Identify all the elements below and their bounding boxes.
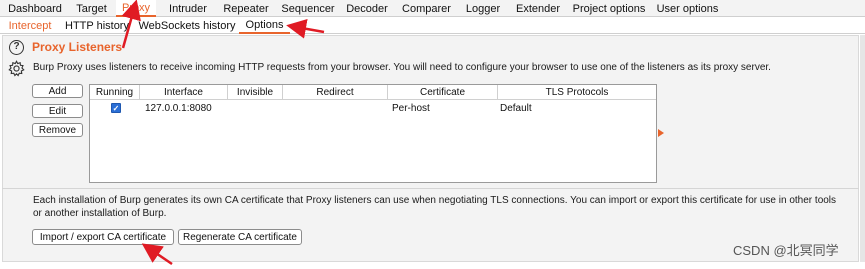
column-header-redirect[interactable]: Redirect: [283, 85, 388, 100]
tab-proxy[interactable]: Proxy: [116, 0, 156, 17]
tab-project-options[interactable]: Project options: [571, 0, 647, 17]
help-icon[interactable]: ?: [9, 40, 24, 55]
cell-certificate: Per-host: [392, 102, 430, 114]
import-export-ca-button[interactable]: Import / export CA certificate: [32, 229, 174, 245]
tab-comparer[interactable]: Comparer: [398, 0, 455, 17]
proxy-listeners-title: Proxy Listeners: [32, 40, 123, 54]
column-header-invisible[interactable]: Invisible: [228, 85, 283, 100]
tab-websockets-history[interactable]: WebSockets history: [139, 17, 236, 34]
tab-target[interactable]: Target: [70, 0, 113, 17]
tab-intruder[interactable]: Intruder: [160, 0, 216, 17]
tab-sequencer[interactable]: Sequencer: [278, 0, 338, 17]
scrollbar-track[interactable]: [860, 35, 865, 262]
column-header-running[interactable]: Running: [90, 85, 140, 100]
cell-interface: 127.0.0.1:8080: [145, 102, 212, 114]
main-tab-bar: Dashboard Target Proxy Intruder Repeater…: [0, 0, 865, 17]
ca-certificate-description: Each installation of Burp generates its …: [33, 195, 837, 219]
column-header-tls-protocols[interactable]: TLS Protocols: [498, 85, 656, 100]
tab-decoder[interactable]: Decoder: [341, 0, 393, 17]
proxy-sub-tab-bar: Intercept HTTP history WebSockets histor…: [0, 17, 865, 34]
tab-intercept[interactable]: Intercept: [6, 17, 54, 34]
expand-arrow-icon[interactable]: [658, 129, 664, 137]
regenerate-ca-button[interactable]: Regenerate CA certificate: [178, 229, 302, 245]
column-header-interface[interactable]: Interface: [140, 85, 228, 100]
tab-logger[interactable]: Logger: [460, 0, 506, 17]
section-divider: [2, 188, 859, 189]
tab-http-history[interactable]: HTTP history: [64, 17, 130, 34]
add-listener-button[interactable]: Add: [32, 84, 83, 98]
cell-tls-protocols: Default: [500, 102, 532, 114]
tab-extender[interactable]: Extender: [510, 0, 566, 17]
column-header-certificate[interactable]: Certificate: [388, 85, 498, 100]
tab-user-options[interactable]: User options: [654, 0, 721, 17]
listeners-table: Running Interface Invisible Redirect Cer…: [89, 84, 657, 183]
tab-repeater[interactable]: Repeater: [219, 0, 273, 17]
remove-listener-button[interactable]: Remove: [32, 123, 83, 137]
edit-listener-button[interactable]: Edit: [32, 104, 83, 118]
running-checkbox[interactable]: ✓: [111, 103, 121, 113]
tab-options[interactable]: Options: [239, 17, 290, 34]
proxy-listeners-description: Burp Proxy uses listeners to receive inc…: [33, 62, 771, 73]
tab-dashboard[interactable]: Dashboard: [2, 0, 68, 17]
watermark-text: CSDN @北冥同学: [733, 243, 839, 258]
gear-icon[interactable]: [8, 60, 25, 77]
